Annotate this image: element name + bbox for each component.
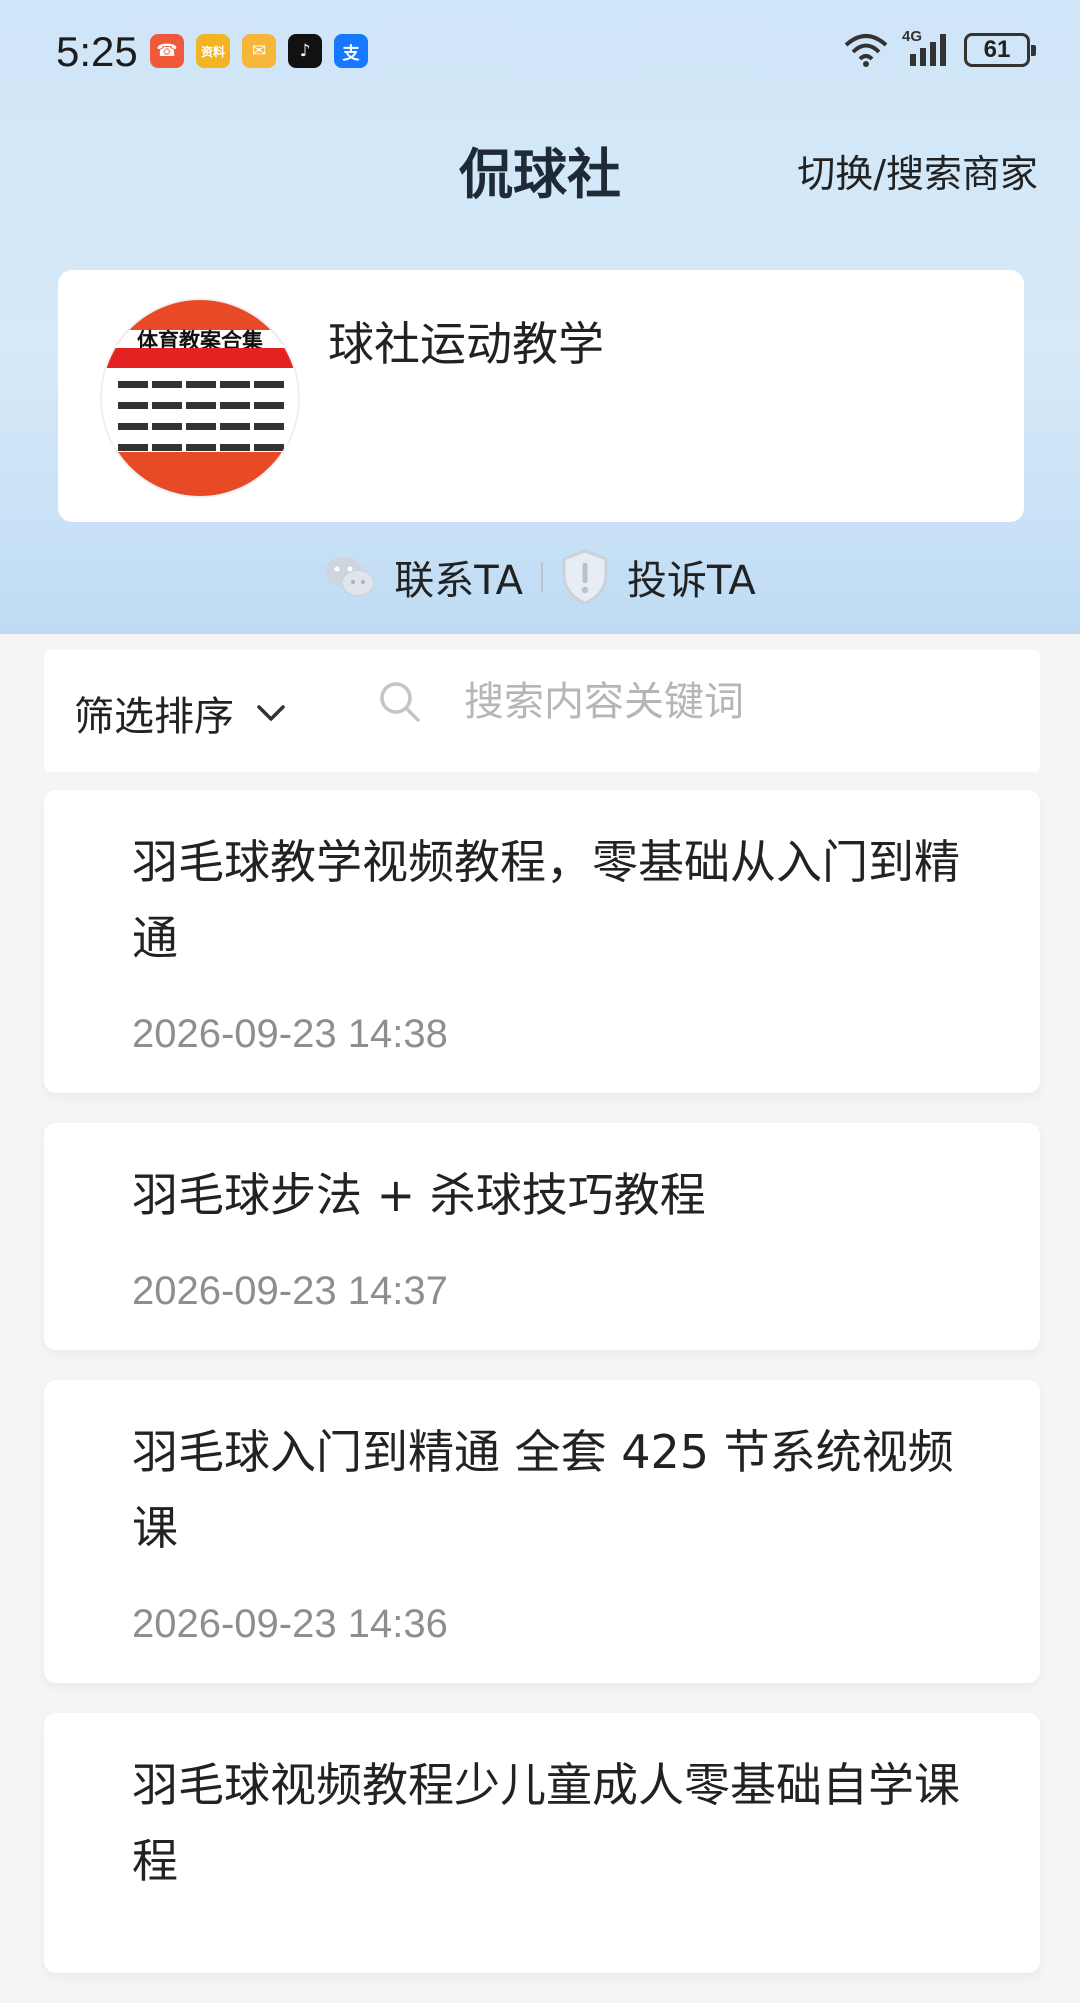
merchant-actions: 联系TA 投诉TA <box>0 548 1080 606</box>
avatar-banner-bottom <box>102 452 298 496</box>
battery-icon: 61 <box>964 33 1036 67</box>
item-title: 羽毛球教学视频教程，零基础从入门到精通 <box>132 835 960 965</box>
status-right: 4G 61 <box>844 28 1036 68</box>
avatar-red-strip <box>102 348 298 368</box>
item-title: 羽毛球入门到精通 全套 425 节系统视频课 <box>132 1425 954 1555</box>
switch-search-merchant-link[interactable]: 切换/搜索商家 <box>797 143 1038 198</box>
ziliao-app-icon: 资料 <box>196 34 230 68</box>
status-bar: 5:25 ☎ 资料 ✉ ♪ 支 4G 61 <box>0 0 1080 108</box>
list-item[interactable]: 羽毛球步法 + 杀球技巧教程 2026-09-23 14:37 <box>44 1123 1040 1350</box>
merchant-card[interactable]: 体育教案合集 球社运动教学 <box>58 270 1024 522</box>
list-item[interactable]: 羽毛球视频教程少儿童成人零基础自学课程 <box>44 1713 1040 1973</box>
status-time: 5:25 <box>56 28 138 75</box>
contact-button[interactable]: 联系TA <box>324 548 523 606</box>
item-time: 2026-09-23 14:36 <box>132 1602 448 1646</box>
sort-filter-dropdown[interactable]: 筛选排序 <box>74 684 286 742</box>
actions-divider <box>541 562 543 592</box>
merchant-avatar: 体育教案合集 <box>100 298 300 498</box>
alipay-app-icon: 支 <box>334 34 368 68</box>
missed-call-icon: ☎ <box>150 34 184 68</box>
search-icon <box>380 682 420 722</box>
item-time: 2026-09-23 14:38 <box>132 1012 448 1056</box>
merchant-name: 球社运动教学 <box>328 317 604 371</box>
item-time: 2026-09-23 14:37 <box>132 1269 448 1313</box>
signal-icon: 4G <box>902 28 950 68</box>
wechat-icon <box>325 557 376 597</box>
wifi-icon <box>844 34 888 67</box>
search-box <box>378 678 1026 726</box>
sort-filter-label: 筛选排序 <box>74 694 234 740</box>
chevron-down-icon <box>257 705 285 721</box>
shield-alert-icon <box>562 549 608 605</box>
tiktok-app-icon: ♪ <box>288 34 322 68</box>
complain-button[interactable]: 投诉TA <box>561 548 756 606</box>
contact-label: 联系TA <box>394 558 523 604</box>
filter-bar: 筛选排序 <box>44 650 1040 772</box>
mail-app-icon: ✉ <box>242 34 276 68</box>
search-input[interactable] <box>462 678 1026 726</box>
content-list: 羽毛球教学视频教程，零基础从入门到精通 2026-09-23 14:38 羽毛球… <box>44 790 1040 2003</box>
item-title: 羽毛球步法 + 杀球技巧教程 <box>132 1168 706 1222</box>
item-title: 羽毛球视频教程少儿童成人零基础自学课程 <box>132 1758 960 1888</box>
list-item[interactable]: 羽毛球教学视频教程，零基础从入门到精通 2026-09-23 14:38 <box>44 790 1040 1093</box>
complain-label: 投诉TA <box>627 558 756 604</box>
list-item[interactable]: 羽毛球入门到精通 全套 425 节系统视频课 2026-09-23 14:36 <box>44 1380 1040 1683</box>
notification-icons: ☎ 资料 ✉ ♪ 支 <box>150 34 368 68</box>
avatar-grid <box>116 376 286 460</box>
